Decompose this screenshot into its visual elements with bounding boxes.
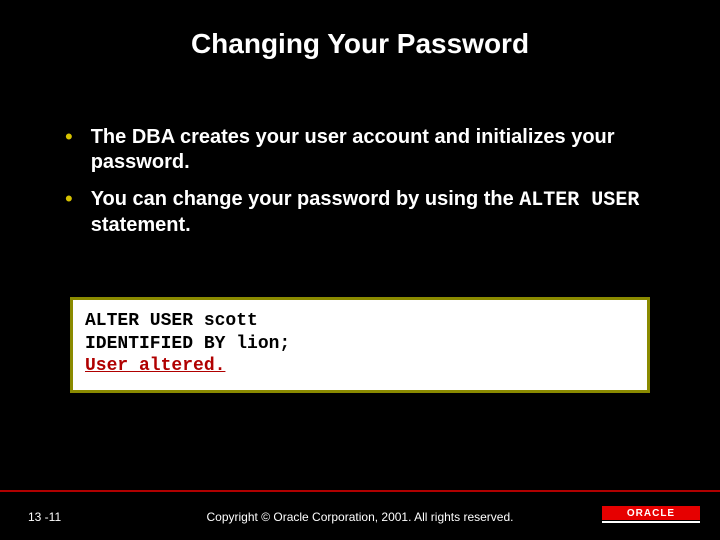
footer: 13 -11 Copyright © Oracle Corporation, 2…: [0, 490, 720, 540]
oracle-logo: ORACLE: [602, 506, 700, 530]
code-line: IDENTIFIED BY lion;: [85, 333, 635, 356]
code-block: ALTER USER scott IDENTIFIED BY lion; Use…: [70, 297, 650, 393]
logo-bar: ORACLE: [602, 506, 700, 520]
bullet-code: ALTER USER: [519, 189, 639, 212]
code-result: User altered.: [85, 355, 635, 378]
bullet-text-pre: You can change your password by using th…: [91, 188, 520, 210]
bullet-icon: •: [65, 189, 73, 209]
bullet-text: The DBA creates your user account and in…: [91, 125, 655, 175]
slide: Changing Your Password • The DBA creates…: [0, 0, 720, 540]
logo-text: ORACLE: [627, 508, 675, 519]
bullet-item: • You can change your password by using …: [65, 187, 655, 238]
bullet-text: You can change your password by using th…: [91, 187, 655, 238]
bullet-item: • The DBA creates your user account and …: [65, 125, 655, 175]
logo-underline: [602, 521, 700, 523]
slide-title: Changing Your Password: [0, 28, 720, 60]
bullet-icon: •: [65, 127, 73, 147]
footer-divider: [0, 490, 720, 492]
code-line: ALTER USER scott: [85, 310, 635, 333]
bullet-text-post: statement.: [91, 214, 191, 236]
bullet-list: • The DBA creates your user account and …: [65, 125, 655, 250]
